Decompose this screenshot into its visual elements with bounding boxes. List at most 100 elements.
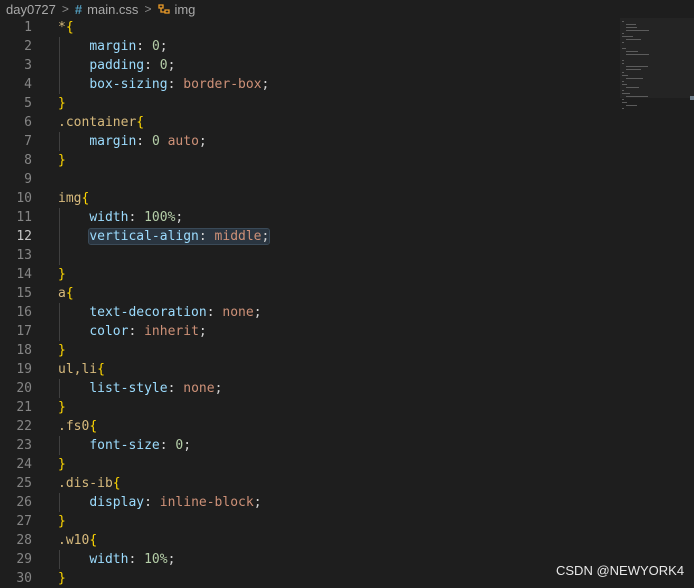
line-number: 30 [16, 571, 32, 586]
code-text: } [58, 512, 66, 531]
line-number: 3 [24, 58, 32, 73]
minimap-line [622, 81, 624, 82]
code-token: 0 [151, 134, 160, 149]
code-token: list-style [89, 381, 168, 396]
breadcrumb-folder[interactable]: day0727 [6, 2, 56, 17]
minimap-line [622, 60, 624, 61]
code-line[interactable]: 13 [0, 246, 694, 265]
css-selector-icon [158, 4, 171, 14]
code-line[interactable]: 25 .dis-ib{ [0, 474, 694, 493]
code-token: { [81, 191, 90, 206]
minimap-line [626, 39, 641, 40]
breadcrumb-symbol[interactable]: img [174, 2, 195, 17]
code-text: list-style: none; [58, 379, 222, 398]
code-line[interactable]: 11 width: 100%; [0, 208, 694, 227]
code-line[interactable]: 24} [0, 455, 694, 474]
line-number: 17 [16, 324, 32, 339]
line-number: 16 [16, 305, 32, 320]
code-token: * [58, 20, 66, 35]
minimap[interactable] [618, 18, 692, 118]
code-line[interactable]: 20 list-style: none; [0, 379, 694, 398]
code-token: .container [58, 115, 137, 130]
code-token: font-size [89, 438, 160, 453]
code-line[interactable]: 18} [0, 341, 694, 360]
code-token: img [58, 191, 82, 206]
minimap-line [622, 75, 628, 76]
code-line[interactable]: 4 box-sizing: border-box; [0, 75, 694, 94]
code-text: } [58, 398, 66, 417]
line-number: 18 [16, 343, 32, 358]
minimap-line [622, 21, 624, 22]
code-text: img{ [58, 189, 89, 208]
code-line[interactable]: 19 ul,li{ [0, 360, 694, 379]
code-line[interactable]: 23 font-size: 0; [0, 436, 694, 455]
code-line[interactable]: 7 margin: 0 auto; [0, 132, 694, 151]
line-number: 24 [16, 457, 32, 472]
code-token: : [198, 229, 215, 244]
watermark: CSDN @NEWYORK4 [556, 563, 685, 578]
code-token: inline-block [159, 495, 254, 510]
code-token: } [58, 571, 66, 586]
code-line[interactable]: 12 vertical-align: middle; [0, 227, 694, 246]
code-line[interactable]: 8} [0, 151, 694, 170]
code-line[interactable]: 2 margin: 0; [0, 37, 694, 56]
line-number: 27 [16, 514, 32, 529]
minimap-line [622, 93, 630, 94]
code-line[interactable]: 16 text-decoration: none; [0, 303, 694, 322]
code-text: *{ [58, 18, 74, 37]
code-token: 0 [151, 39, 160, 54]
code-line[interactable]: 17 color: inherit; [0, 322, 694, 341]
minimap-line [626, 105, 637, 106]
code-token: 0 [159, 58, 168, 73]
code-token: width [89, 552, 129, 567]
code-token: : [206, 305, 223, 320]
minimap-line [626, 54, 649, 55]
minimap-line [626, 66, 648, 67]
breadcrumb-file[interactable]: main.css [87, 2, 138, 17]
code-line[interactable]: 14} [0, 265, 694, 284]
code-token: { [65, 20, 74, 35]
code-line[interactable]: 9 [0, 170, 694, 189]
code-area[interactable]: 1 *{2 margin: 0; 3 padding: 0; 4 box-sizing… [0, 18, 694, 588]
code-token: : [136, 134, 152, 149]
code-line[interactable]: 26 display: inline-block; [0, 493, 694, 512]
code-token: color [89, 324, 129, 339]
code-line[interactable]: 10 img{ [0, 189, 694, 208]
scrollbar-marker [690, 96, 694, 100]
code-token: } [58, 457, 66, 472]
code-token: width [89, 210, 129, 225]
code-token: ; [261, 229, 270, 244]
code-line[interactable]: 6 .container{ [0, 113, 694, 132]
code-token: { [97, 362, 105, 377]
code-line[interactable]: 1 *{ [0, 18, 694, 37]
code-text: margin: 0 auto; [58, 132, 206, 151]
code-line[interactable]: 27} [0, 512, 694, 531]
minimap-line [626, 30, 649, 31]
code-line[interactable]: 22 .fs0{ [0, 417, 694, 436]
code-token: ul,li [58, 362, 98, 377]
minimap-line [622, 99, 624, 100]
minimap-line [626, 27, 637, 28]
code-token: { [65, 286, 74, 301]
code-line[interactable]: 5} [0, 94, 694, 113]
minimap-line [626, 24, 636, 25]
code-editor[interactable]: day0727 > # main.css > img 1 *{2 margin: … [0, 0, 694, 588]
line-number: 13 [16, 248, 32, 263]
line-number: 14 [16, 267, 32, 282]
code-token: ; [214, 381, 223, 396]
code-token: .dis-ib [58, 476, 113, 491]
code-line[interactable]: 3 padding: 0; [0, 56, 694, 75]
code-token: vertical-align [89, 229, 199, 244]
code-line[interactable]: 15 a{ [0, 284, 694, 303]
code-text: .fs0{ [58, 417, 97, 436]
code-line[interactable]: 28 .w10{ [0, 531, 694, 550]
code-line[interactable]: 21} [0, 398, 694, 417]
